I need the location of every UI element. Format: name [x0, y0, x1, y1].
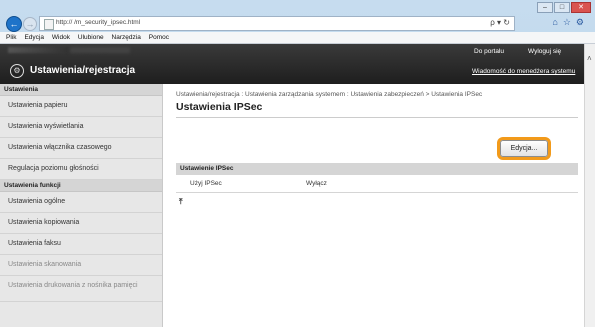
sidebar-item-scan[interactable]: Ustawienia skanowania — [0, 255, 162, 276]
sidebar-item-media-print[interactable]: Ustawienia drukowania z nośnika pamięci — [0, 276, 162, 302]
back-icon[interactable]: ← — [6, 16, 22, 32]
settings-app-icon: ⚙ — [10, 64, 24, 78]
page-icon — [44, 19, 54, 30]
menu-file[interactable]: Plik — [6, 34, 16, 41]
sidebar-item-paper[interactable]: Ustawienia papieru — [0, 96, 162, 117]
use-ipsec-value: Wyłącz — [306, 180, 327, 187]
breadcrumb: Ustawienia/rejestracja : Ustawienia zarz… — [176, 91, 483, 98]
address-row: ← → http:// /m_security_ipsec.html ρ ▾ ↻… — [2, 14, 593, 32]
toolbar-icons[interactable]: ⌂☆⚙ — [552, 17, 589, 28]
to-top-icon[interactable]: ⤒ — [179, 197, 183, 207]
title-divider — [176, 117, 578, 118]
window-controls: – □ ✕ — [536, 2, 591, 13]
scrollbar[interactable]: ˄ — [584, 44, 595, 327]
sidebar-item-copy[interactable]: Ustawienia kopiowania — [0, 213, 162, 234]
close-icon[interactable]: ✕ — [571, 2, 591, 13]
header-banner: ⚙ Ustawienia/rejestracja Do portalu Wylo… — [0, 44, 584, 84]
menu-favorites[interactable]: Ulubione — [78, 34, 104, 41]
menu-help[interactable]: Pomoc — [149, 34, 169, 41]
sidebar-item-volume[interactable]: Regulacja poziomu głośności — [0, 159, 162, 180]
maximize-icon[interactable]: □ — [554, 2, 570, 13]
menu-view[interactable]: Widok — [52, 34, 70, 41]
page-header-title: Ustawienia/rejestracja — [30, 65, 136, 76]
sidebar-section-functions: Ustawienia funkcji — [0, 180, 162, 192]
edit-button[interactable]: Edycja... — [500, 140, 548, 157]
sidebar-item-display[interactable]: Ustawienia wyświetlania — [0, 117, 162, 138]
url-text[interactable]: http:// /m_security_ipsec.html — [56, 19, 140, 26]
page-title: Ustawienia IPSec — [176, 101, 263, 113]
blurred-device-info — [70, 47, 130, 53]
sidebar: Ustawienia Ustawienia papieru Ustawienia… — [0, 84, 163, 327]
message-to-admin-link[interactable]: Wiadomość do menedżera systemu — [472, 68, 575, 75]
ipsec-setting-row: Użyj IPSec Wyłącz — [176, 175, 578, 193]
sidebar-item-fax[interactable]: Ustawienia faksu — [0, 234, 162, 255]
forward-icon[interactable]: → — [23, 17, 37, 31]
menu-bar: Plik Edycja Widok Ulubione Narzędzia Pom… — [0, 32, 595, 44]
menu-tools[interactable]: Narzędzia — [112, 34, 141, 41]
logout-link[interactable]: Wyloguj się — [528, 48, 561, 55]
browser-window: – □ ✕ ← → http:// /m_security_ipsec.html… — [0, 0, 595, 327]
menu-edit[interactable]: Edycja — [24, 34, 44, 41]
address-tools[interactable]: ρ ▾ ↻ — [490, 18, 510, 27]
minimize-icon[interactable]: – — [537, 2, 553, 13]
scroll-up-icon[interactable]: ˄ — [587, 54, 592, 63]
sidebar-section-settings: Ustawienia — [0, 84, 162, 96]
address-bar[interactable]: http:// /m_security_ipsec.html ρ ▾ ↻ — [39, 16, 515, 31]
sidebar-item-timer[interactable]: Ustawienia włącznika czasowego — [0, 138, 162, 159]
page-content: ⚙ Ustawienia/rejestracja Do portalu Wylo… — [0, 44, 584, 327]
main-panel: Ustawienia/rejestracja : Ustawienia zarz… — [171, 84, 584, 327]
use-ipsec-label: Użyj IPSec — [190, 180, 222, 187]
sidebar-item-general[interactable]: Ustawienia ogólne — [0, 192, 162, 213]
portal-link[interactable]: Do portalu — [474, 48, 504, 55]
ipsec-section-header: Ustawienie IPSec — [176, 163, 578, 175]
